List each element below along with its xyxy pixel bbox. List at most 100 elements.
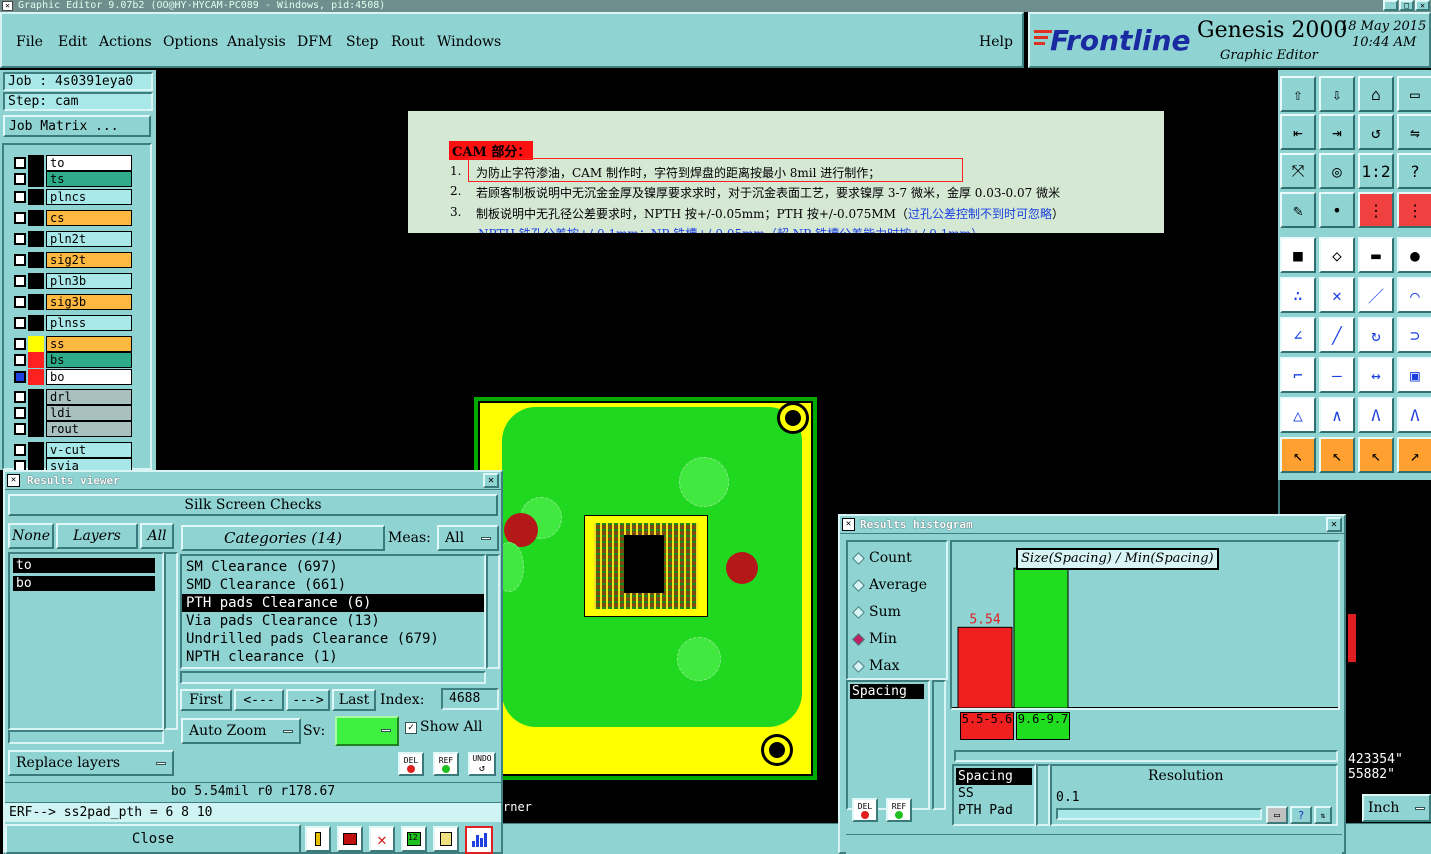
stat-option-average[interactable]: Average xyxy=(852,575,927,595)
menu-actions[interactable]: Actions xyxy=(99,34,152,50)
undo-button[interactable]: UNDO ↺ xyxy=(468,752,496,776)
arch-x-icon[interactable]: Ʌ xyxy=(1397,397,1431,433)
flip-icon[interactable]: ↺ xyxy=(1358,114,1394,150)
layer-row[interactable]: rout xyxy=(10,421,150,437)
arch-alt-icon[interactable]: Ʌ xyxy=(1358,397,1394,433)
auto-zoom-select[interactable]: Auto Zoom xyxy=(181,718,301,744)
layer-color-swatch[interactable] xyxy=(28,405,44,421)
category-item[interactable]: SMD Clearance (661) xyxy=(182,576,484,594)
layer-checkbox[interactable] xyxy=(14,354,26,366)
none-button[interactable]: None xyxy=(8,523,54,549)
cursor-box-icon[interactable]: ↖ xyxy=(1358,437,1394,473)
stat-option-count[interactable]: Count xyxy=(852,548,912,568)
arch-icon[interactable]: ∧ xyxy=(1319,397,1355,433)
ruler-icon[interactable]: ▬ xyxy=(1358,237,1394,273)
layer-color-swatch[interactable] xyxy=(28,442,44,458)
snap-red-icon[interactable]: ⋮ xyxy=(1358,192,1394,228)
rv-layer-item[interactable]: to xyxy=(13,558,155,573)
pcb-board[interactable] xyxy=(474,397,817,780)
minimize-button[interactable]: _ xyxy=(1383,0,1398,11)
help-icon[interactable]: ? xyxy=(1397,153,1431,189)
last-button[interactable]: Last xyxy=(332,689,376,711)
layer-name[interactable]: drl xyxy=(46,389,132,405)
layer-row[interactable]: pln2t xyxy=(10,231,150,247)
layer-name[interactable]: to xyxy=(46,155,132,171)
histogram-hscrollbar[interactable] xyxy=(954,750,1338,762)
save-icon[interactable]: ⇩ xyxy=(1319,76,1355,112)
fit-icon[interactable]: ⤧ xyxy=(1280,153,1316,189)
cursor-alt-icon[interactable]: ↖ xyxy=(1319,437,1355,473)
layer-row[interactable]: bo xyxy=(10,369,150,385)
zoom-icon[interactable]: ◎ xyxy=(1319,153,1355,189)
radio-diamond-icon[interactable] xyxy=(852,551,865,565)
layer-color-swatch[interactable] xyxy=(28,252,44,268)
next-button[interactable]: ---> xyxy=(286,689,330,711)
layer-name[interactable]: ss xyxy=(46,336,132,352)
menu-help[interactable]: Help xyxy=(979,34,1013,50)
results-viewer-close-icon[interactable]: ✕ xyxy=(483,473,499,488)
ref-button[interactable]: REF xyxy=(433,752,459,776)
ratio-icon[interactable]: 1:2 xyxy=(1358,153,1394,189)
layer-row[interactable]: ldi xyxy=(10,405,150,421)
unit-select[interactable]: Inch xyxy=(1362,794,1431,822)
menu-step[interactable]: Step xyxy=(346,34,378,50)
layer-checkbox[interactable] xyxy=(14,275,26,287)
layer-checkbox[interactable] xyxy=(14,233,26,245)
layer-color-swatch[interactable] xyxy=(28,315,44,331)
red-screen-icon[interactable] xyxy=(337,826,363,852)
replace-layers-select[interactable]: Replace layers xyxy=(8,750,174,776)
window-icon[interactable]: ▭ xyxy=(1397,76,1431,112)
import-icon[interactable]: ⇤ xyxy=(1280,114,1316,150)
layer-checkbox[interactable] xyxy=(14,296,26,308)
cross-icon[interactable]: ✕ xyxy=(1319,277,1355,313)
export-icon[interactable]: ⇥ xyxy=(1319,114,1355,150)
window-menu-icon[interactable]: ✕ xyxy=(7,474,20,487)
histogram-icon[interactable] xyxy=(465,826,493,854)
pin-icon[interactable]: • xyxy=(1319,192,1355,228)
layer-color-swatch[interactable] xyxy=(28,369,44,385)
eraser-icon[interactable]: ✎ xyxy=(1280,192,1316,228)
layer-name[interactable]: ldi xyxy=(46,405,132,421)
corner-icon[interactable]: ⌐ xyxy=(1280,357,1316,393)
first-button[interactable]: First xyxy=(180,689,232,711)
layer-color-swatch[interactable] xyxy=(28,421,44,437)
all-button[interactable]: All xyxy=(140,523,174,549)
layer-row[interactable]: sig3b xyxy=(10,294,150,310)
category-item[interactable]: NPTH clearance (1) xyxy=(182,648,484,666)
spacing-list-scrollbar[interactable] xyxy=(932,680,946,810)
layer-color-swatch[interactable] xyxy=(28,210,44,226)
layer-color-swatch[interactable] xyxy=(28,273,44,289)
connect-icon[interactable]: ∴ xyxy=(1280,277,1316,313)
index-field[interactable]: 4688 xyxy=(441,688,499,710)
layer-color-swatch[interactable] xyxy=(28,189,44,205)
layer-checkbox[interactable] xyxy=(14,157,26,169)
layer-name[interactable]: plnss xyxy=(46,315,132,331)
categories-button[interactable]: Categories (14) xyxy=(181,525,385,551)
categories-scrollbar[interactable] xyxy=(486,554,500,669)
spin-icon[interactable]: ⇅ xyxy=(1314,806,1332,824)
layer-row[interactable]: cs xyxy=(10,210,150,226)
snap-alt-icon[interactable]: ⋮ xyxy=(1397,192,1431,228)
diagonal-icon[interactable]: ╱ xyxy=(1319,317,1355,353)
layer-checkbox[interactable] xyxy=(14,317,26,329)
print-icon[interactable]: ▭ xyxy=(1266,806,1288,824)
select-icon[interactable]: ■ xyxy=(1280,237,1316,273)
layer-name[interactable]: bs xyxy=(46,352,132,368)
group-icon[interactable]: ▣ xyxy=(1397,357,1431,393)
prev-button[interactable]: <--- xyxy=(234,689,284,711)
segment-icon[interactable]: — xyxy=(1319,357,1355,393)
show-all-checkbox[interactable]: ✓ xyxy=(405,722,417,734)
layer-color-swatch[interactable] xyxy=(28,171,44,187)
category-item[interactable]: Undrilled pads Clearance (679) xyxy=(182,630,484,648)
maximize-button[interactable]: □ xyxy=(1399,0,1414,11)
layer-name[interactable]: ts xyxy=(46,171,132,187)
layer-row[interactable]: pln3b xyxy=(10,273,150,289)
layer-name[interactable]: rout xyxy=(46,421,132,437)
radio-diamond-icon[interactable] xyxy=(852,632,865,646)
menu-options[interactable]: Options xyxy=(163,34,218,50)
rv-layer-scrollbar[interactable] xyxy=(164,552,178,730)
layer-row[interactable]: to xyxy=(10,155,150,171)
bottom-list-item[interactable]: SS xyxy=(956,785,1032,802)
layer-checkbox[interactable] xyxy=(14,371,26,383)
menu-windows[interactable]: Windows xyxy=(437,34,501,50)
